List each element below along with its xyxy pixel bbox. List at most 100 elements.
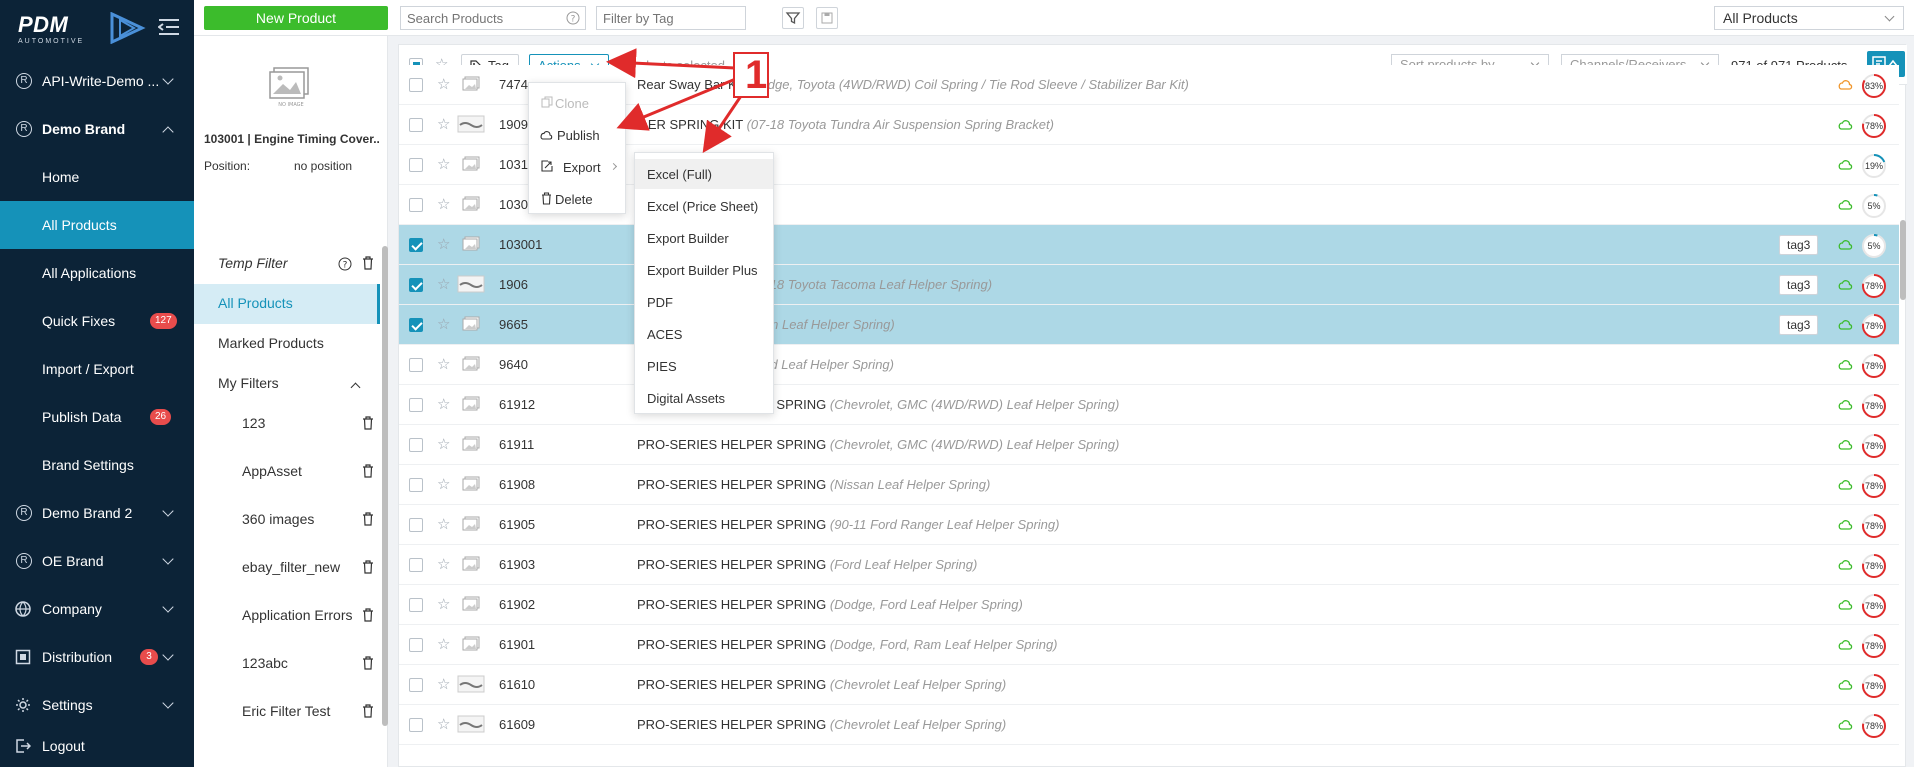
trash-icon[interactable]: [362, 512, 374, 526]
cloud-status-icon[interactable]: [1837, 278, 1853, 290]
table-row[interactable]: ☆ 61610 PRO-SERIES HELPER SPRING (Chevrole…: [399, 665, 1899, 705]
filter-panel-scrollbar[interactable]: [382, 246, 388, 726]
trash-icon[interactable]: [362, 656, 374, 670]
menu-item-export-builder-plus[interactable]: Export Builder Plus: [635, 255, 773, 285]
star-icon[interactable]: ☆: [437, 277, 450, 292]
nav-item-distribution[interactable]: Distribution 3: [0, 633, 194, 681]
row-checkbox[interactable]: [409, 598, 423, 612]
table-row[interactable]: ☆ 61903 PRO-SERIES HELPER SPRING (Ford Lea…: [399, 545, 1899, 585]
table-row[interactable]: ☆ 61911 PRO-SERIES HELPER SPRING (Chevrole…: [399, 425, 1899, 465]
save-filter-button[interactable]: [816, 7, 838, 29]
star-icon[interactable]: ☆: [437, 637, 450, 652]
completeness-indicator[interactable]: 83%: [1861, 73, 1887, 99]
product-thumbnail[interactable]: [457, 675, 485, 693]
star-icon[interactable]: ☆: [437, 717, 450, 732]
row-checkbox[interactable]: [409, 438, 423, 452]
product-description[interactable]: PRO-SERIES HELPER SPRING (Nissan Leaf He…: [637, 477, 990, 492]
menu-item-pdf[interactable]: PDF: [635, 287, 773, 317]
row-checkbox[interactable]: [409, 558, 423, 572]
row-checkbox[interactable]: [409, 678, 423, 692]
product-number[interactable]: 1909: [499, 117, 528, 132]
star-icon[interactable]: ☆: [437, 677, 450, 692]
cloud-status-icon[interactable]: [1837, 118, 1853, 130]
cloud-status-icon[interactable]: [1837, 358, 1853, 370]
nav-sub-publish-data[interactable]: Publish Data 26: [0, 393, 194, 441]
product-description[interactable]: PRO-SERIES HELPER SPRING (90-11 Ford Ran…: [637, 517, 1059, 532]
nav-sub-brand-settings[interactable]: Brand Settings: [0, 441, 194, 489]
table-row[interactable]: ☆103001...Gasket tag35%: [399, 225, 1899, 265]
completeness-indicator[interactable]: 5%: [1861, 193, 1887, 219]
cloud-status-icon[interactable]: [1837, 558, 1853, 570]
completeness-indicator[interactable]: 78%: [1861, 553, 1887, 579]
menu-item-excel-price-sheet[interactable]: Excel (Price Sheet): [635, 191, 773, 221]
cloud-status-icon[interactable]: [1837, 318, 1853, 330]
saved-filter-item[interactable]: AppAsset: [194, 452, 380, 492]
product-number[interactable]: 9640: [499, 357, 528, 372]
star-icon[interactable]: ☆: [437, 357, 450, 372]
table-row[interactable]: ☆ 61609 PRO-SERIES HELPER SPRING (Chevrole…: [399, 705, 1899, 745]
star-icon[interactable]: ☆: [437, 477, 450, 492]
star-icon[interactable]: ☆: [437, 237, 450, 252]
tag-pill[interactable]: tag3: [1779, 315, 1819, 335]
product-number[interactable]: 1906: [499, 277, 528, 292]
cloud-status-icon[interactable]: [1837, 478, 1853, 490]
table-row[interactable]: ☆ 61901 PRO-SERIES HELPER SPRING (Dodge, F…: [399, 625, 1899, 665]
menu-item-export[interactable]: Export: [529, 153, 625, 181]
nav-item-api-write-demo[interactable]: R API-Write-Demo ...: [0, 57, 194, 105]
no-image-icon[interactable]: [457, 635, 485, 653]
row-checkbox[interactable]: [409, 318, 423, 332]
filter-by-tag-input[interactable]: [596, 6, 746, 30]
cloud-status-icon[interactable]: [1837, 638, 1853, 650]
product-number[interactable]: 9665: [499, 317, 528, 332]
product-number[interactable]: 61609: [499, 717, 535, 732]
product-number[interactable]: 61903: [499, 557, 535, 572]
product-description[interactable]: PRO-SERIES HELPER SPRING (Chevrolet Leaf…: [637, 717, 1006, 732]
cloud-status-icon[interactable]: [1837, 238, 1853, 250]
no-image-icon[interactable]: [457, 355, 485, 373]
product-number[interactable]: 61911: [499, 437, 534, 452]
completeness-indicator[interactable]: 78%: [1861, 353, 1887, 379]
saved-filter-item[interactable]: 360 images: [194, 500, 380, 540]
row-checkbox[interactable]: [409, 358, 423, 372]
filter-marked-products[interactable]: Marked Products: [194, 324, 380, 364]
no-image-icon[interactable]: [457, 435, 485, 453]
row-checkbox[interactable]: [409, 278, 423, 292]
product-number[interactable]: 7474: [499, 77, 528, 92]
cloud-status-icon[interactable]: [1837, 438, 1853, 450]
star-icon[interactable]: ☆: [437, 77, 450, 92]
star-icon[interactable]: ☆: [437, 597, 450, 612]
star-icon[interactable]: ☆: [437, 157, 450, 172]
help-icon[interactable]: ?: [566, 11, 580, 25]
nav-sub-all-applications[interactable]: All Applications: [0, 249, 194, 297]
menu-item-pies[interactable]: PIES: [635, 351, 773, 381]
saved-filter-item[interactable]: ebay_filter_new: [194, 548, 380, 588]
star-icon[interactable]: ☆: [437, 437, 450, 452]
star-icon[interactable]: ☆: [437, 317, 450, 332]
menu-item-aces[interactable]: ACES: [635, 319, 773, 349]
nav-item-logout[interactable]: Logout: [0, 722, 194, 767]
row-checkbox[interactable]: [409, 78, 423, 92]
completeness-indicator[interactable]: 78%: [1861, 113, 1887, 139]
star-icon[interactable]: ☆: [437, 557, 450, 572]
menu-item-excel-full[interactable]: Excel (Full): [635, 159, 773, 189]
nav-item-demo-brand[interactable]: R Demo Brand: [0, 105, 194, 153]
pdm-logo[interactable]: PDM AUTOMOTIVE: [18, 10, 146, 46]
no-image-icon[interactable]: [457, 395, 485, 413]
product-list-scrollbar[interactable]: [1900, 220, 1906, 300]
product-number[interactable]: 61912: [499, 397, 535, 412]
menu-item-delete[interactable]: Delete: [529, 185, 625, 213]
product-number[interactable]: 61902: [499, 597, 535, 612]
completeness-indicator[interactable]: 78%: [1861, 593, 1887, 619]
completeness-indicator[interactable]: 78%: [1861, 713, 1887, 739]
cloud-status-icon[interactable]: [1837, 678, 1853, 690]
menu-item-export-builder[interactable]: Export Builder: [635, 223, 773, 253]
cloud-status-icon[interactable]: [1837, 158, 1853, 170]
completeness-indicator[interactable]: 19%: [1861, 153, 1887, 179]
no-image-icon[interactable]: [457, 75, 485, 93]
menu-item-clone[interactable]: Clone: [529, 89, 625, 117]
cloud-status-icon[interactable]: [1837, 598, 1853, 610]
product-number[interactable]: 103001: [499, 237, 542, 252]
table-row[interactable]: ☆1906...ER SPRING KIT (05-18 Toyota Taco…: [399, 265, 1899, 305]
nav-sub-quick-fixes[interactable]: Quick Fixes 127: [0, 297, 194, 345]
cloud-status-icon[interactable]: [1837, 518, 1853, 530]
